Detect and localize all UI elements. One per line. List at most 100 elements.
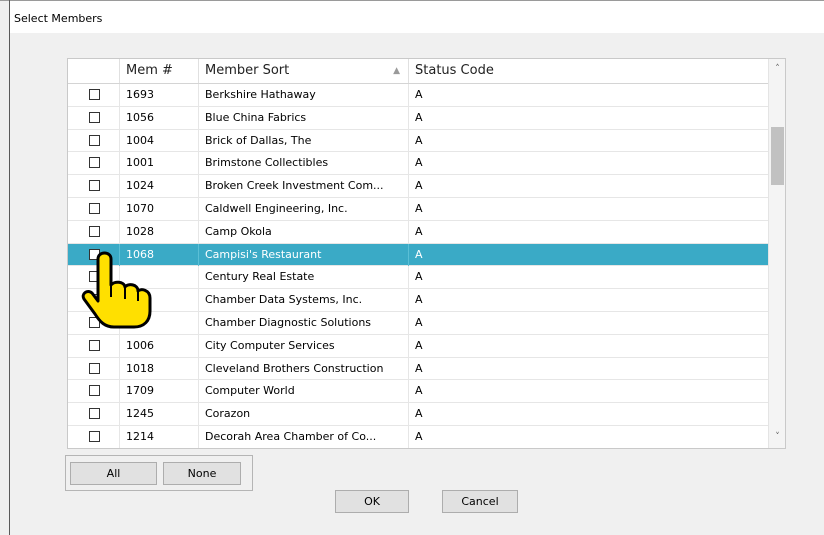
chevron-up-icon[interactable]: ˄	[769, 61, 785, 78]
table-row[interactable]: 1018 Cleveland Brothers Construction A	[68, 357, 768, 381]
sort-ascending-icon: ▲	[393, 66, 400, 76]
title-bar: Select Members	[10, 1, 824, 33]
status-code-cell: A	[415, 315, 423, 329]
pointing-hand-icon	[81, 251, 152, 329]
row-select-cell	[68, 152, 120, 175]
mem-number-cell: 1214	[120, 425, 199, 448]
row-select-cell	[68, 220, 120, 243]
table-row[interactable]: Chamber Data Systems, Inc. A	[68, 289, 768, 312]
row-select-cell	[68, 106, 120, 129]
member-sort-cell: Camp Okola	[199, 220, 409, 243]
table-row[interactable]: 1004 Brick of Dallas, The A	[68, 129, 768, 153]
table-row[interactable]: 1056 Blue China Fabrics A	[68, 106, 768, 130]
mem-number-cell: 1006	[120, 334, 199, 357]
status-code-cell: A	[415, 110, 423, 124]
table-row[interactable]: Century Real Estate A	[68, 266, 768, 290]
row-checkbox[interactable]	[89, 385, 100, 397]
status-code-cell: A	[415, 224, 423, 238]
member-sort-cell: City Computer Services	[199, 334, 409, 357]
window-title: Select Members	[14, 12, 103, 25]
status-code-cell: A	[415, 361, 423, 375]
status-code-cell: A	[415, 407, 423, 421]
row-checkbox[interactable]	[89, 180, 100, 192]
row-checkbox[interactable]	[89, 89, 100, 100]
status-code-cell: A	[415, 338, 423, 352]
row-checkbox[interactable]	[89, 157, 100, 169]
cancel-button[interactable]: Cancel	[442, 490, 518, 513]
status-code-cell: A	[415, 270, 423, 284]
member-sort-cell: Computer World	[199, 380, 409, 403]
member-sort-cell: Broken Creek Investment Com...	[199, 175, 409, 198]
mem-number-cell: 1024	[120, 175, 199, 198]
header-status-code[interactable]: Status Code	[409, 59, 768, 83]
row-checkbox[interactable]	[89, 362, 100, 374]
table-row[interactable]: Chamber Diagnostic Solutions A	[68, 311, 768, 335]
mem-number-cell: 1709	[120, 380, 199, 403]
member-sort-cell: Corazon	[199, 403, 409, 426]
mem-number-cell: 1018	[120, 357, 199, 380]
table-row[interactable]: 1001 Brimstone Collectibles A	[68, 152, 768, 176]
table-row[interactable]: 1028 Camp Okola A	[68, 220, 768, 244]
vertical-scrollbar[interactable]: ˄ ˅	[768, 59, 785, 448]
member-sort-cell: Brimstone Collectibles	[199, 152, 409, 175]
table-row[interactable]: 1070 Caldwell Engineering, Inc. A	[68, 197, 768, 221]
mem-number-cell: 1004	[120, 129, 199, 152]
table-row[interactable]: 1024 Broken Creek Investment Com... A	[68, 175, 768, 198]
table-row[interactable]: 1709 Computer World A	[68, 380, 768, 404]
ok-button[interactable]: OK	[335, 490, 409, 513]
header-member-sort[interactable]: Member Sort ▲	[199, 59, 409, 83]
row-checkbox[interactable]	[89, 408, 100, 420]
header-mem-number[interactable]: Mem #	[120, 59, 199, 83]
member-sort-cell: Cleveland Brothers Construction	[199, 357, 409, 380]
header-select[interactable]	[68, 59, 120, 83]
select-all-none-group: All None	[65, 455, 253, 491]
member-sort-cell: Brick of Dallas, The	[199, 129, 409, 152]
table-row[interactable]: 1214 Decorah Area Chamber of Co... A	[68, 425, 768, 448]
status-code-cell: A	[415, 88, 423, 101]
member-sort-cell: Campisi's Restaurant	[199, 243, 409, 266]
members-grid[interactable]: Mem # Member Sort ▲ Status Code 1693 Berk…	[67, 58, 786, 449]
member-sort-cell: Chamber Data Systems, Inc.	[199, 289, 409, 312]
all-button[interactable]: All	[70, 462, 157, 485]
row-checkbox[interactable]	[89, 339, 100, 351]
row-checkbox[interactable]	[89, 134, 100, 146]
mem-number-cell: 1028	[120, 220, 199, 243]
member-sort-cell: Decorah Area Chamber of Co...	[199, 425, 409, 448]
row-select-cell	[68, 175, 120, 198]
mem-number-cell: 1056	[120, 106, 199, 129]
row-checkbox[interactable]	[89, 111, 100, 123]
grid-body: 1693 Berkshire Hathaway A 1056 Blue China Fa…	[68, 84, 768, 448]
row-select-cell	[68, 334, 120, 357]
row-select-cell	[68, 403, 120, 426]
row-checkbox[interactable]	[89, 430, 100, 442]
row-select-cell	[68, 197, 120, 220]
row-checkbox[interactable]	[89, 225, 100, 237]
mem-number-cell: 1693	[120, 84, 199, 106]
table-row[interactable]: 1068 Campisi's Restaurant A	[68, 243, 768, 267]
row-select-cell	[68, 129, 120, 152]
mem-number-cell: 1245	[120, 403, 199, 426]
status-code-cell: A	[415, 429, 423, 443]
member-sort-cell: Caldwell Engineering, Inc.	[199, 197, 409, 220]
table-row[interactable]: 1006 City Computer Services A	[68, 334, 768, 358]
status-code-cell: A	[415, 156, 423, 170]
chevron-down-icon[interactable]: ˅	[769, 429, 785, 446]
window-border-left	[9, 0, 10, 535]
grid-header: Mem # Member Sort ▲ Status Code	[68, 59, 768, 84]
member-sort-cell: Berkshire Hathaway	[199, 84, 409, 106]
member-sort-cell: Blue China Fabrics	[199, 106, 409, 129]
mem-number-cell: 1001	[120, 152, 199, 175]
scrollbar-thumb[interactable]	[771, 127, 784, 185]
row-checkbox[interactable]	[89, 202, 100, 214]
status-code-cell: A	[415, 293, 423, 307]
table-row[interactable]: 1245 Corazon A	[68, 403, 768, 426]
none-button[interactable]: None	[163, 462, 241, 485]
header-member-sort-label: Member Sort	[205, 63, 290, 78]
member-sort-cell: Chamber Diagnostic Solutions	[199, 311, 409, 334]
status-code-cell: A	[415, 384, 423, 398]
row-select-cell	[68, 425, 120, 448]
table-row[interactable]: 1693 Berkshire Hathaway A	[68, 84, 768, 107]
row-select-cell	[68, 380, 120, 403]
status-code-cell: A	[415, 179, 423, 193]
row-select-cell	[68, 84, 120, 106]
